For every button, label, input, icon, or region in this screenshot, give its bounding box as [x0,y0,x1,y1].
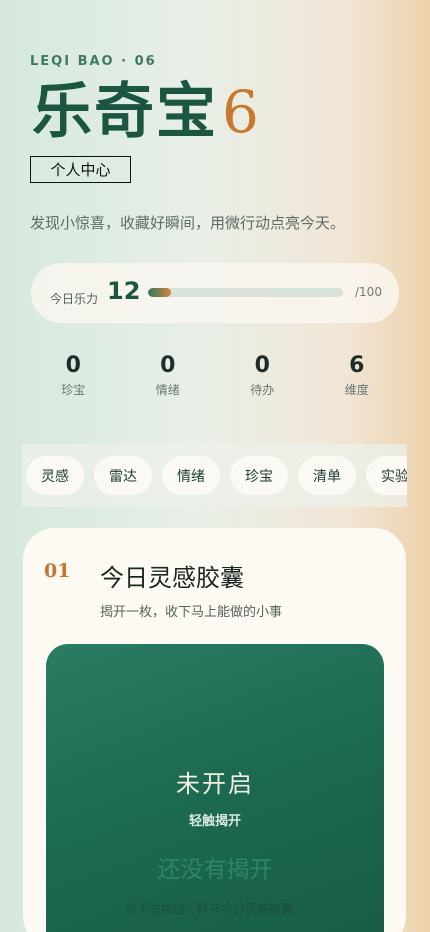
kicker-text: LEQI BAO · 06 [30,54,157,69]
tab-treasure[interactable]: 珍宝 [230,456,288,495]
stats-row: 0 珍宝 0 情绪 0 待办 6 维度 [26,352,404,398]
tab-checklist[interactable]: 清单 [298,456,356,495]
card-subtitle: 揭开一枚，收下马上能做的小事 [100,605,283,620]
tab-mood[interactable]: 情绪 [162,456,220,495]
stat-value: 0 [254,353,270,378]
card-title: 今日灵感胶囊 [100,564,244,592]
stat-label: 维度 [344,383,369,397]
capsule-state: 未开启 [176,770,254,798]
tab-radar[interactable]: 雷达 [94,456,152,495]
app-title-number: 6 [222,78,259,146]
stat-value: 0 [65,353,81,378]
stat-value: 0 [160,353,176,378]
energy-panel: 今日乐力 12 /100 [31,263,399,323]
capsule-empty-title: 还没有揭开 [157,857,273,883]
inspiration-capsule-card: 01 今日灵感胶囊 揭开一枚，收下马上能做的小事 未开启 轻触揭开 还没有揭开 … [23,528,406,932]
stat-treasure: 0 珍宝 [26,352,121,398]
card-index: 01 [44,560,71,582]
energy-value: 12 [107,277,141,305]
tab-bar[interactable]: 灵感 雷达 情绪 珍宝 清单 实验 [22,444,407,507]
capsule-hint: 轻触揭开 [188,814,241,829]
tab-inspiration[interactable]: 灵感 [26,456,84,495]
stat-label: 情绪 [155,383,180,397]
stat-dimension: 6 维度 [310,352,405,398]
stat-value: 6 [349,353,365,378]
stat-todo: 0 待办 [215,352,310,398]
profile-center-button[interactable]: 个人中心 [30,156,131,183]
stat-mood: 0 情绪 [121,352,216,398]
capsule-empty-note: 点下方按钮，打开今日灵感胶囊。 [124,902,305,916]
app-title-text: 乐奇宝 [32,77,218,147]
tagline: 发现小惊喜，收藏好瞬间，用微行动点亮今天。 [30,214,346,232]
inspiration-capsule[interactable]: 未开启 轻触揭开 还没有揭开 点下方按钮，打开今日灵感胶囊。 [46,644,384,932]
tab-experiment[interactable]: 实验 [366,456,407,495]
stat-label: 珍宝 [61,383,86,397]
energy-max: /100 [355,285,382,299]
energy-progress-bar [148,288,343,297]
app-title: 乐奇宝 6 [32,76,259,148]
stat-label: 待办 [250,383,275,397]
energy-label: 今日乐力 [50,292,99,306]
energy-progress-fill [148,288,172,297]
